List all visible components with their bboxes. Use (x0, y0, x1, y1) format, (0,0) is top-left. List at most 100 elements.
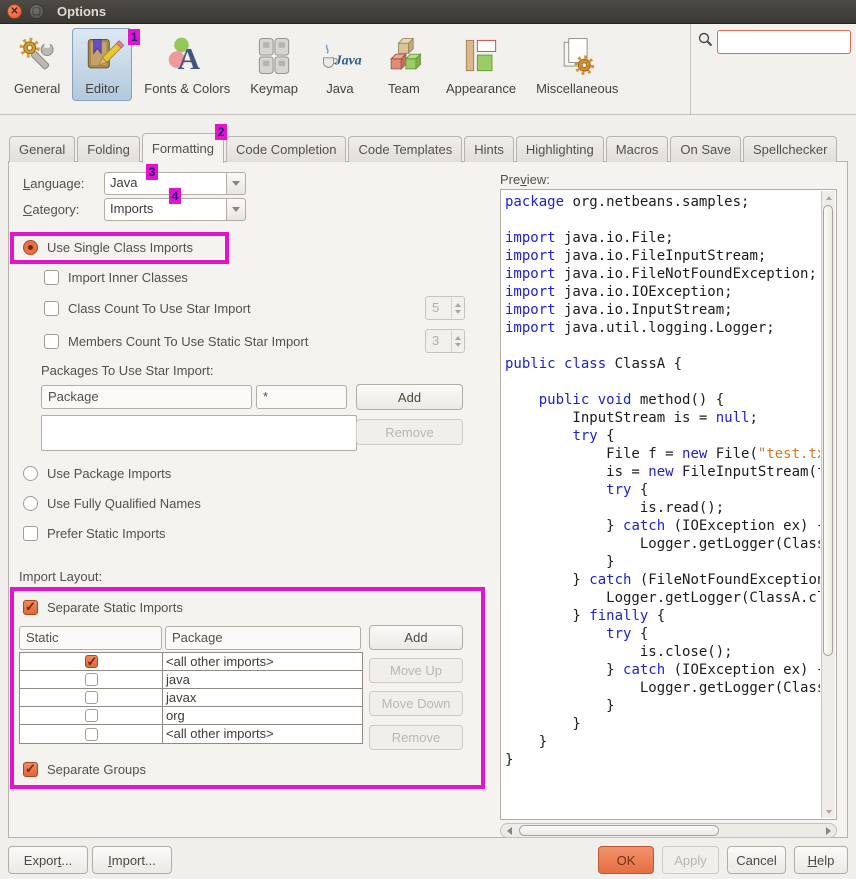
table-row[interactable]: <all other imports> (20, 725, 362, 743)
layout-add-button[interactable]: Add (369, 625, 463, 650)
spinner-buttons[interactable] (451, 330, 464, 352)
button-label: Remove (385, 425, 433, 440)
row-package-cell: javax (163, 689, 362, 706)
close-icon[interactable]: ✕ (7, 4, 22, 19)
row-static-checkbox[interactable] (85, 728, 98, 741)
toolbar-item-label: General (14, 81, 60, 96)
button-label: OK (617, 853, 636, 868)
tab-hints[interactable]: Hints (464, 136, 514, 162)
use-fully-qualified-names-radio[interactable] (23, 496, 38, 511)
titlebar: ✕ ▢ Options (0, 0, 856, 24)
java-icon: Java (318, 34, 362, 78)
star-column-header[interactable]: * (256, 385, 347, 409)
tab-spellchecker[interactable]: Spellchecker (743, 136, 837, 162)
button-label: Apply (674, 853, 707, 868)
row-static-checkbox[interactable] (85, 655, 98, 668)
toolbar-item-general[interactable]: General (6, 28, 68, 101)
class-count-spinner[interactable]: 5 (425, 296, 465, 320)
tab-folding[interactable]: Folding (77, 136, 140, 162)
prefer-static-imports-checkbox[interactable] (23, 526, 38, 541)
category-combobox[interactable]: Imports 4 (104, 198, 246, 221)
horizontal-scroll-thumb[interactable] (519, 825, 719, 836)
table-row[interactable]: org (20, 707, 362, 725)
export-button[interactable]: Export... (8, 846, 88, 874)
toolbar-item-label: Miscellaneous (536, 81, 618, 96)
row-static-checkbox[interactable] (85, 709, 98, 722)
static-column-header[interactable]: Static (19, 626, 162, 650)
row-static-checkbox[interactable] (85, 691, 98, 704)
button-label: Help (808, 853, 835, 868)
preview-label: Preview: (500, 172, 550, 187)
package-column-header[interactable]: Package (165, 626, 361, 650)
toolbar-item-java[interactable]: Java Java (310, 28, 370, 101)
language-dropdown-button[interactable] (226, 172, 246, 195)
toolbar-item-keymap[interactable]: Keymap (242, 28, 306, 101)
scroll-right-icon[interactable] (821, 825, 835, 836)
maximize-icon[interactable]: ▢ (29, 4, 44, 19)
members-count-label: Members Count To Use Static Star Import (68, 334, 308, 349)
use-single-class-imports-radio[interactable] (23, 240, 38, 255)
toolbar-item-fonts-colors[interactable]: A Fonts & Colors (136, 28, 238, 101)
star-package-column-header[interactable]: Package (41, 385, 252, 409)
scroll-left-icon[interactable] (502, 825, 516, 836)
preview-pane[interactable]: package org.netbeans.samples; import jav… (500, 189, 837, 820)
ok-button[interactable]: OK (598, 846, 654, 874)
import-inner-classes-checkbox[interactable] (44, 270, 59, 285)
tab-on-save[interactable]: On Save (670, 136, 741, 162)
separate-groups-checkbox[interactable] (23, 762, 38, 777)
import-layout-table: <all other imports> java javax org <all … (19, 652, 363, 744)
use-package-imports-radio[interactable] (23, 466, 38, 481)
separate-static-imports-label: Separate Static Imports (47, 600, 183, 615)
tab-macros[interactable]: Macros (606, 136, 669, 162)
category-label: Category: (23, 202, 79, 217)
vertical-scrollbar[interactable] (821, 191, 835, 818)
tab-label: Formatting (152, 141, 214, 156)
tab-general[interactable]: General (9, 136, 75, 162)
table-row[interactable]: java (20, 671, 362, 689)
toolbar-item-label: Appearance (446, 81, 516, 96)
class-count-label: Class Count To Use Star Import (68, 301, 251, 316)
star-remove-button[interactable]: Remove (356, 419, 463, 445)
move-up-button[interactable]: Move Up (369, 658, 463, 683)
keymap-icon (252, 34, 296, 78)
vertical-scroll-thumb[interactable] (823, 205, 833, 656)
tab-highlighting[interactable]: Highlighting (516, 136, 604, 162)
search-area (697, 30, 851, 54)
annotation-badge-3: 3 (146, 164, 158, 180)
scroll-down-icon[interactable] (822, 805, 835, 818)
tab-code-templates[interactable]: Code Templates (348, 136, 462, 162)
category-dropdown-button[interactable] (226, 198, 246, 221)
spinner-buttons[interactable] (451, 297, 464, 319)
members-count-spinner[interactable]: 3 (425, 329, 465, 353)
row-static-checkbox[interactable] (85, 673, 98, 686)
toolbar-item-appearance[interactable]: Appearance (438, 28, 524, 101)
toolbar-item-label: Editor (85, 81, 119, 96)
move-down-button[interactable]: Move Down (369, 691, 463, 716)
help-button[interactable]: Help (794, 846, 848, 874)
tab-code-completion[interactable]: Code Completion (226, 136, 346, 162)
toolbar-item-editor[interactable]: 1 Editor (72, 28, 132, 101)
apply-button[interactable]: Apply (662, 846, 719, 874)
horizontal-scrollbar[interactable] (500, 823, 837, 838)
language-value: Java (104, 172, 226, 195)
table-row[interactable]: <all other imports> (20, 653, 362, 671)
class-count-checkbox[interactable] (44, 301, 59, 316)
use-single-class-imports-label: Use Single Class Imports (47, 240, 193, 255)
scroll-up-icon[interactable] (822, 191, 835, 204)
search-input[interactable] (717, 30, 851, 54)
layout-remove-button[interactable]: Remove (369, 725, 463, 750)
toolbar-item-miscellaneous[interactable]: Miscellaneous (528, 28, 626, 101)
table-row[interactable]: javax (20, 689, 362, 707)
members-count-checkbox[interactable] (44, 334, 59, 349)
fonts-colors-icon: A (165, 34, 209, 78)
separate-static-imports-checkbox[interactable] (23, 600, 38, 615)
star-packages-list[interactable] (41, 415, 357, 451)
spinner-down-icon (455, 343, 461, 347)
import-button[interactable]: Import... (92, 846, 172, 874)
tab-formatting[interactable]: Formatting 2 (142, 133, 224, 163)
toolbar-item-team[interactable]: Team (374, 28, 434, 101)
toolbar-item-label: Keymap (250, 81, 298, 96)
cancel-button[interactable]: Cancel (727, 846, 786, 874)
button-label: Add (398, 390, 421, 405)
star-add-button[interactable]: Add (356, 384, 463, 410)
